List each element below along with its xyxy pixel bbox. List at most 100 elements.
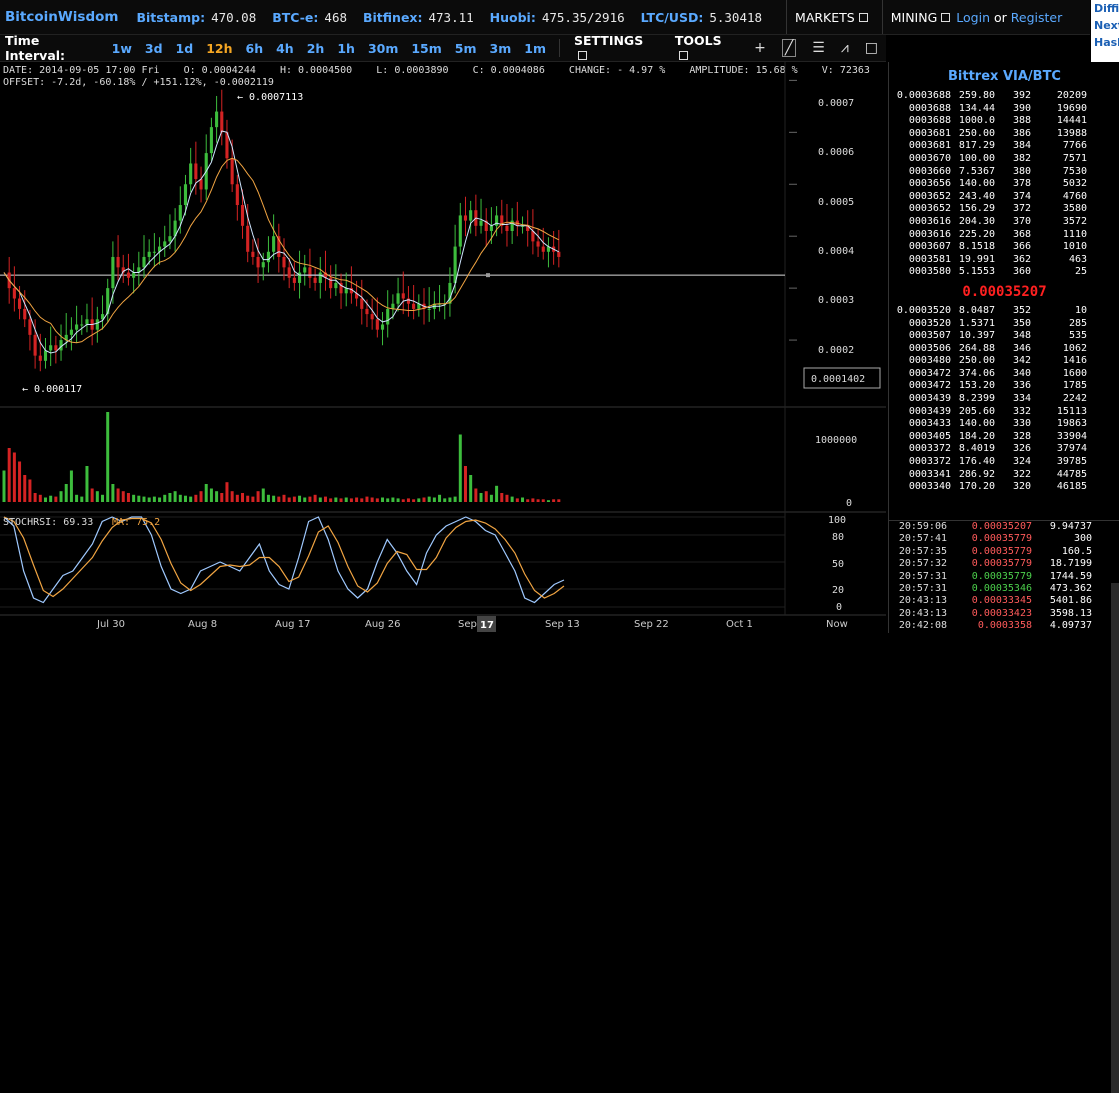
next-link[interactable]: Next [1091,17,1119,34]
line-tool-icon[interactable]: ╱ [781,39,797,57]
candle-body [292,277,296,283]
book-price: 0.0003520 [896,304,951,316]
plus-icon[interactable]: + [754,40,766,56]
book-cumulative: 39785 [1056,456,1087,468]
interval-1h[interactable]: 1h [337,41,355,56]
interval-2h[interactable]: 2h [307,41,325,56]
bid-row[interactable]: 0003341 286.92 322 44785 [889,469,1119,482]
volume-bar [137,495,141,502]
ask-row[interactable]: 0003688 1000.0 388 14441 [889,115,1119,128]
candle-body [75,324,79,330]
tools-menu[interactable]: TOOLS [675,33,732,63]
ask-row[interactable]: 0003681 817.29 384 7766 [889,140,1119,153]
candle-body [163,241,167,247]
candle-body [313,277,317,283]
trade-amount: 473.362 [1049,582,1092,594]
mining-menu[interactable]: MINING [891,10,951,25]
ask-row[interactable]: 0003581 19.991 362 463 [889,254,1119,267]
interval-3m[interactable]: 3m [490,41,512,56]
site-logo[interactable]: BitcoinWisdom [5,9,118,25]
bid-row[interactable]: 0003433 140.00 330 19863 [889,418,1119,431]
ask-row[interactable]: 0003688 134.44 390 19690 [889,103,1119,116]
bid-row[interactable]: 0003372 8.4019 326 37974 [889,443,1119,456]
ask-row[interactable]: 0003660 7.5367 380 7530 [889,166,1119,179]
trade-price: 0.00035779 [971,558,1032,570]
interval-30m[interactable]: 30m [368,41,398,56]
fan-icon[interactable]: ⩘ [841,40,849,56]
book-cumulative: 7766 [1062,140,1087,152]
interval-1m[interactable]: 1m [524,41,546,56]
bid-row[interactable]: 0003472 374.06 340 1600 [889,368,1119,381]
book-depth-index: 352 [1012,304,1031,316]
book-cumulative: 5032 [1062,178,1087,190]
book-price: 0.0003688 [896,90,951,101]
login-link[interactable]: Login [956,10,990,25]
stoch-tick: 100 [828,515,846,526]
ask-row[interactable]: 0003616 204.30 370 3572 [889,216,1119,229]
bid-row[interactable]: 0003405 184.20 328 33904 [889,431,1119,444]
ask-row[interactable]: 0003681 250.00 386 13988 [889,128,1119,141]
ticker-name[interactable]: BTC-e: [272,10,318,25]
ask-row[interactable]: 0003652 156.29 372 3580 [889,203,1119,216]
bid-row[interactable]: 0003372 176.40 324 39785 [889,456,1119,469]
book-amount: 7.5367 [958,165,995,177]
book-amount: 286.92 [958,468,995,480]
book-depth-index: 392 [1012,90,1031,101]
candle-body [246,225,250,252]
difficulty-link[interactable]: Diffi [1091,0,1119,17]
book-amount: 156.29 [958,203,995,215]
candle-body [152,251,156,253]
x-tick: Jul 30 [96,619,125,630]
interval-1w[interactable]: 1w [112,41,132,56]
interval-1d[interactable]: 1d [176,41,194,56]
interval-4h[interactable]: 4h [276,41,294,56]
candle-body [380,324,385,330]
horizontal-lines-icon[interactable]: ☰ [812,40,825,56]
ticker-name[interactable]: Bitfinex: [363,10,423,25]
bid-row[interactable]: 0003472 153.20 336 1785 [889,380,1119,393]
bid-row[interactable]: 0003439 8.2399 334 2242 [889,393,1119,406]
x-tick: Sep [458,619,477,630]
candle-body [189,163,193,185]
interval-5m[interactable]: 5m [455,41,477,56]
bid-row[interactable]: 0003506 264.88 346 1062 [889,343,1119,356]
ask-row[interactable]: 0003616 225.20 368 1110 [889,229,1119,242]
trade-time: 20:57:35 [898,545,947,557]
ask-row[interactable]: 0003580 5.1553 360 25 [889,266,1119,279]
ask-row[interactable]: 0003652 243.40 374 4760 [889,191,1119,204]
volume-bar [178,494,182,502]
ask-row[interactable]: 0003607 8.1518 366 1010 [889,241,1119,254]
register-link[interactable]: Register [1011,10,1062,25]
settings-menu[interactable]: SETTINGS [574,33,653,63]
bid-row[interactable]: 0.0003520 8.0487 352 10 [889,305,1119,318]
interval-6h[interactable]: 6h [246,41,264,56]
book-cumulative: 25 [1074,266,1087,278]
ask-row[interactable]: 0.0003688 259.80 392 20209 [889,90,1119,103]
ask-row[interactable]: 0003670 100.00 382 7571 [889,153,1119,166]
book-amount: 140.00 [958,418,995,430]
or-text: or [994,9,1007,25]
markets-menu[interactable]: MARKETS [795,10,868,25]
candle-body [375,319,379,330]
bid-row[interactable]: 0003520 1.5371 350 285 [889,318,1119,331]
volume-bar [474,488,478,502]
price-chart[interactable]: 0.0007 0.0006 0.0005 0.0004 0.0003 0.000… [0,62,886,633]
interval-12h[interactable]: 12h [206,41,232,56]
interval-15m[interactable]: 15m [411,41,441,56]
bid-row[interactable]: 0003439 205.60 332 15113 [889,406,1119,419]
scrollbar[interactable] [1111,583,1119,1093]
bid-row[interactable]: 0003480 250.00 342 1416 [889,355,1119,368]
ticker-name[interactable]: LTC/USD: [641,10,704,25]
high-label: ← 0.0007113 [237,92,303,103]
ask-row[interactable]: 0003656 140.00 378 5032 [889,178,1119,191]
ticker-name[interactable]: Huobi: [490,10,536,25]
book-price: 0003688 [908,115,951,127]
trade-row: 20:59:06 0.00035207 9.94737 [889,521,1119,533]
bid-row[interactable]: 0003340 170.20 320 46185 [889,481,1119,494]
bid-row[interactable]: 0003507 10.397 348 535 [889,330,1119,343]
trade-row: 20:57:41 0.00035779 300 [889,533,1119,545]
interval-3d[interactable]: 3d [145,41,163,56]
hashrate-link[interactable]: Hash [1091,34,1119,51]
square-icon[interactable]: □ [865,40,878,56]
ticker-name[interactable]: Bitstamp: [136,10,205,25]
